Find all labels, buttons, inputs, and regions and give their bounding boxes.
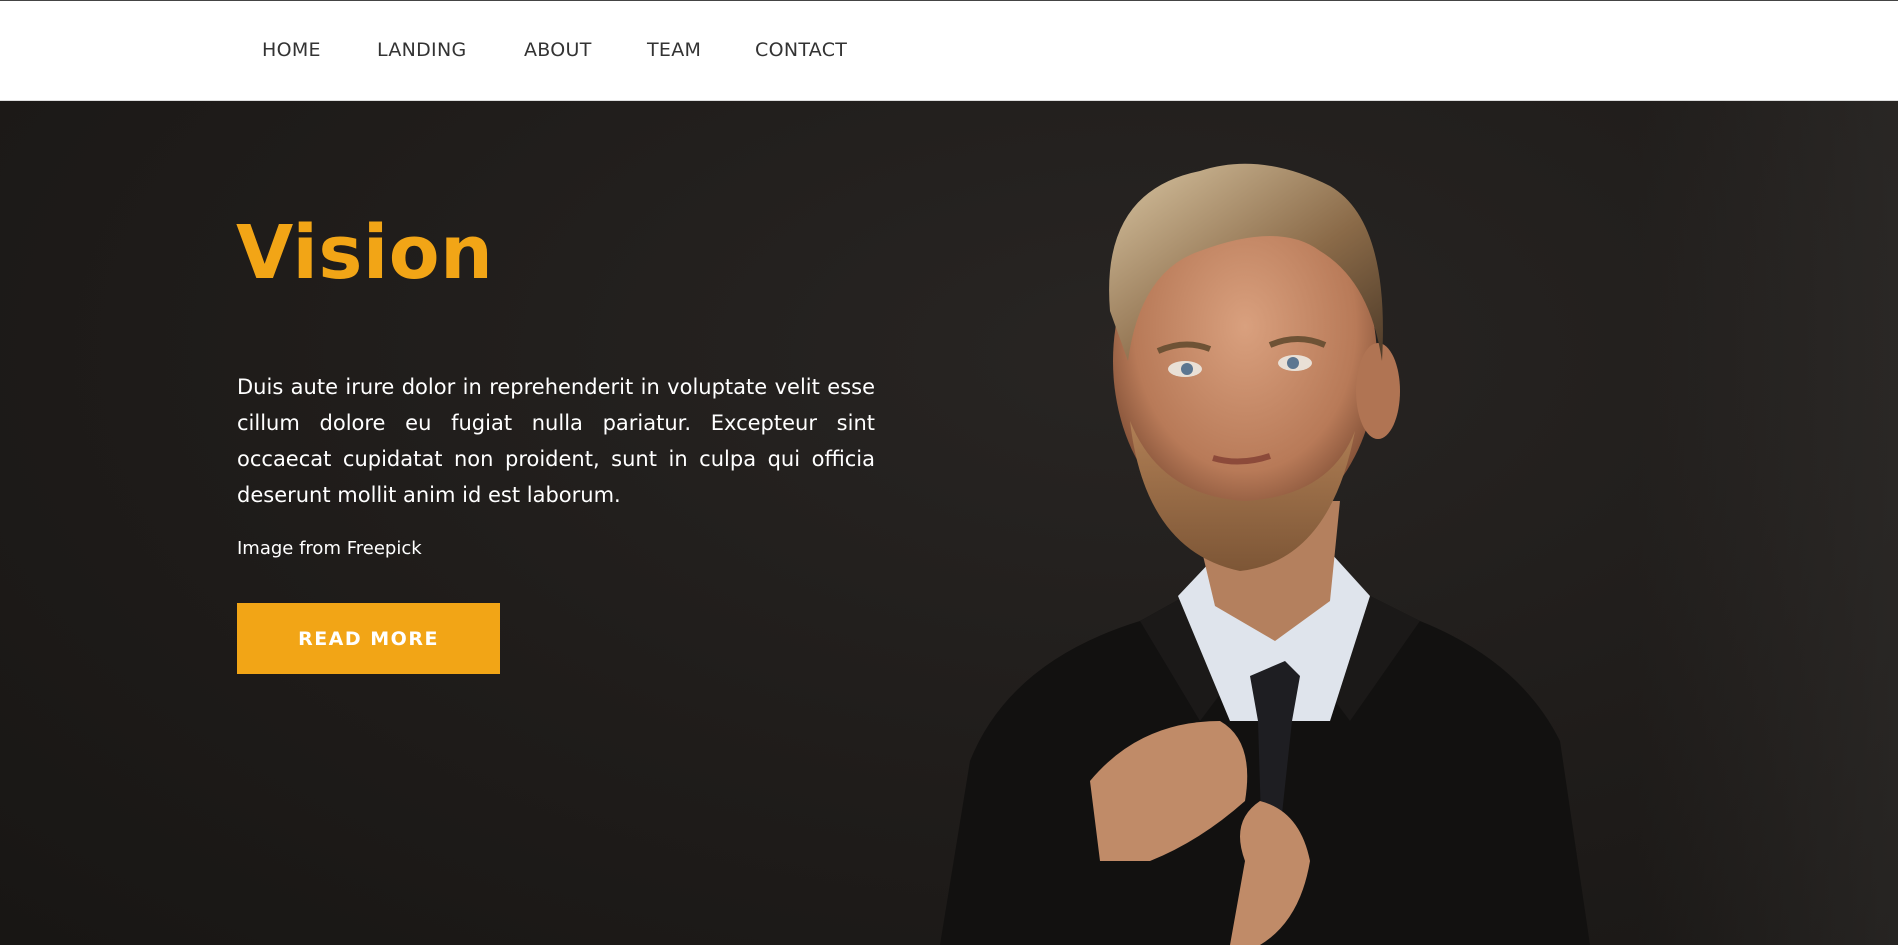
- read-more-button[interactable]: READ MORE: [237, 603, 500, 674]
- nav-link-home[interactable]: HOME: [262, 39, 321, 61]
- hero-description: Duis aute irure dolor in reprehenderit i…: [237, 375, 875, 507]
- hero-title: Vision: [236, 210, 494, 296]
- nav-link-about[interactable]: ABOUT: [524, 39, 592, 61]
- hero-portrait-image: [940, 163, 1590, 945]
- hero-section: Vision Duis aute irure dolor in reprehen…: [0, 101, 1898, 945]
- top-navbar: HOME LANDING ABOUT TEAM CONTACT: [0, 1, 1898, 101]
- image-credit: Image from Freepick: [237, 538, 422, 559]
- nav-link-contact[interactable]: CONTACT: [755, 39, 847, 61]
- nav-link-team[interactable]: TEAM: [647, 39, 701, 61]
- nav-link-landing[interactable]: LANDING: [377, 39, 467, 61]
